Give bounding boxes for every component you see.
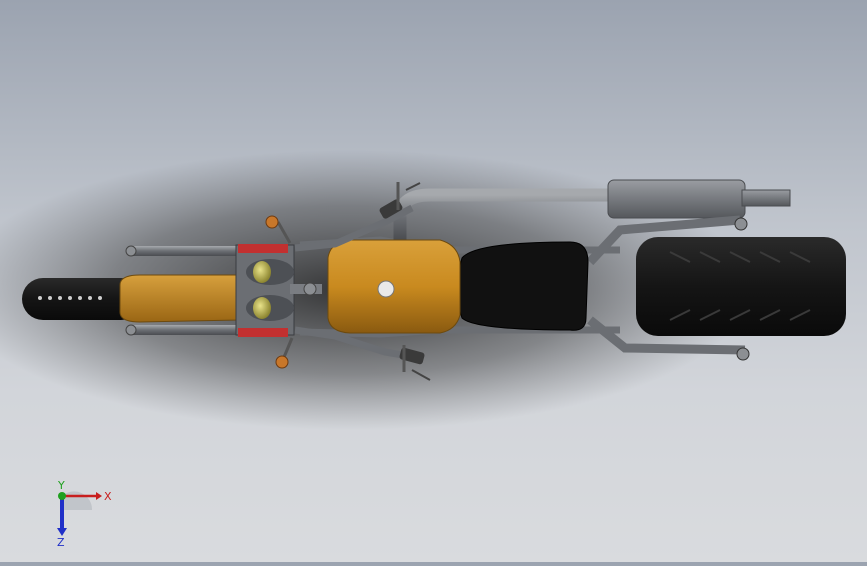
- z-axis-label: Z: [57, 536, 65, 548]
- x-axis-label: X: [104, 490, 112, 503]
- reference-triad[interactable]: X Y Z: [40, 478, 120, 549]
- model-canvas[interactable]: [0, 0, 867, 562]
- y-axis-arrow: [58, 492, 66, 500]
- rear-wheel[interactable]: [636, 237, 846, 336]
- seat[interactable]: [456, 241, 589, 331]
- graphics-viewport[interactable]: [0, 0, 867, 562]
- fuel-cap[interactable]: [377, 280, 395, 298]
- fuel-tank[interactable]: [327, 239, 461, 334]
- y-axis-label: Y: [57, 479, 65, 492]
- front-fender[interactable]: [119, 274, 239, 323]
- triad-graphic: X Y Z: [57, 479, 112, 549]
- fork-spring-bottom: [238, 328, 288, 337]
- fork-spring-top: [238, 244, 288, 253]
